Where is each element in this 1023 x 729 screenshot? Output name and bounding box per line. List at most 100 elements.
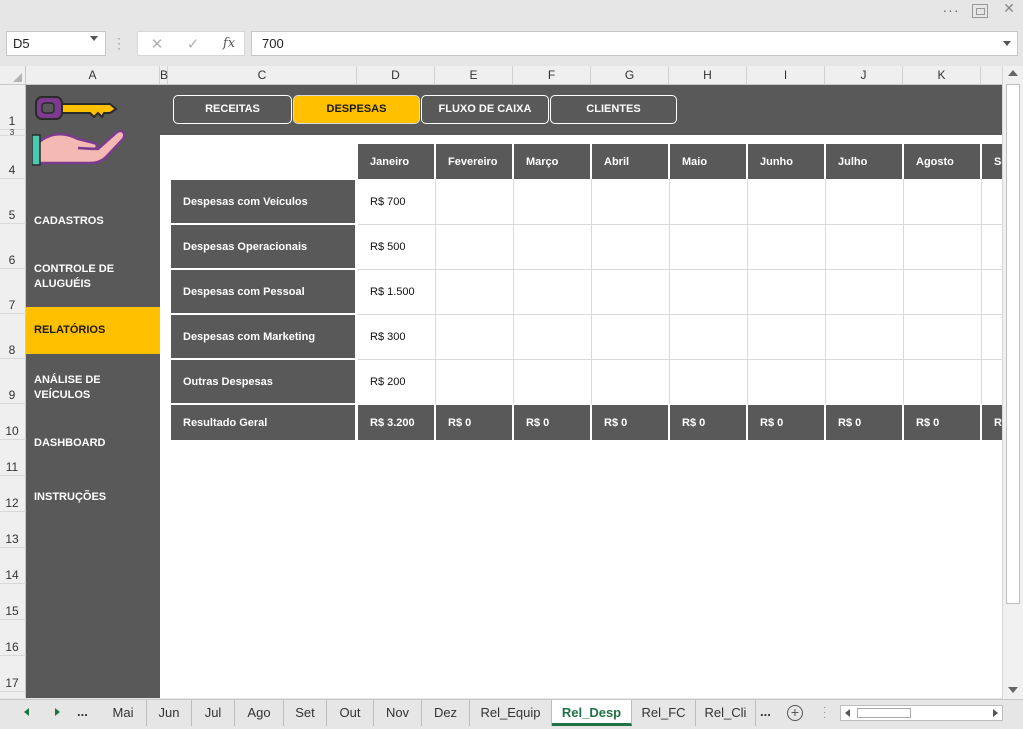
sheet-tab-rel-cli[interactable]: Rel_Cli xyxy=(696,700,756,726)
grid-line xyxy=(981,179,982,404)
sidebar-item-analise-de-veiculos[interactable]: ANÁLISE DE VEÍCULOS xyxy=(26,364,126,411)
month-header: Julho xyxy=(826,144,902,179)
column-header-g[interactable]: G xyxy=(591,66,669,85)
close-window-icon[interactable]: ✕ xyxy=(1000,0,1018,20)
value-cell[interactable]: R$ 200 xyxy=(358,360,434,403)
scroll-down-icon[interactable] xyxy=(1008,687,1018,693)
grid-line xyxy=(669,179,670,404)
sheet-tab-rel-equip[interactable]: Rel_Equip xyxy=(470,700,552,726)
nav-button-despesas[interactable]: DESPESAS xyxy=(293,95,420,124)
sheet-tab-mai[interactable]: Mai xyxy=(100,700,147,726)
previous-sheet-icon[interactable] xyxy=(24,708,29,716)
row-header[interactable]: 9 xyxy=(0,359,26,404)
row-header[interactable]: 12 xyxy=(0,476,26,512)
column-header-f[interactable]: F xyxy=(513,66,591,85)
row-header[interactable]: 6 xyxy=(0,224,26,269)
sheet-tab-ago[interactable]: Ago xyxy=(235,700,284,726)
add-sheet-icon[interactable]: + xyxy=(787,705,803,721)
column-header-k[interactable]: K xyxy=(903,66,981,85)
column-header-i[interactable]: I xyxy=(747,66,825,85)
column-header-j[interactable]: J xyxy=(825,66,903,85)
column-header-c[interactable]: C xyxy=(168,66,357,85)
nav-button-clientes[interactable]: CLIENTES xyxy=(550,95,677,124)
row-header[interactable]: 7 xyxy=(0,269,26,314)
horizontal-scrollbar[interactable] xyxy=(840,705,1003,721)
grid-line xyxy=(358,269,1002,270)
name-box-value: D5 xyxy=(13,36,30,51)
grid-line xyxy=(358,224,1002,225)
column-header-b[interactable]: B xyxy=(160,66,168,85)
column-header-bar: A B C D E F G H I J K xyxy=(0,66,1023,85)
row-header[interactable]: 16 xyxy=(0,620,26,656)
formula-input[interactable]: 700 xyxy=(251,31,1018,56)
scroll-thumb[interactable] xyxy=(1006,84,1020,604)
sidebar-item-relatorios[interactable]: RELATÓRIOS xyxy=(26,307,160,354)
column-header-e[interactable]: E xyxy=(435,66,513,85)
value-cell[interactable]: R$ 700 xyxy=(358,180,434,223)
sidebar-item-cadastros[interactable]: CADASTROS xyxy=(26,199,160,244)
sidebar-item-controle-de-alugueis[interactable]: CONTROLE DE ALUGUÉIS xyxy=(26,253,136,300)
scroll-left-icon[interactable] xyxy=(845,709,850,717)
sheet-tab-rel-desp[interactable]: Rel_Desp xyxy=(552,700,632,726)
row-header[interactable]: 5 xyxy=(0,179,26,224)
more-sheets-left[interactable]: ... xyxy=(77,704,88,719)
insert-function-icon[interactable]: fx xyxy=(218,36,240,54)
column-header-h[interactable]: H xyxy=(669,66,747,85)
sheet-tab-jun[interactable]: Jun xyxy=(147,700,192,726)
total-cell: R$ 0 xyxy=(826,405,902,440)
sidebar-item-instrucoes[interactable]: INSTRUÇÕES xyxy=(26,479,160,515)
tab-split-grip-icon[interactable]: · · · xyxy=(823,703,826,723)
name-box-dropdown-icon[interactable] xyxy=(90,36,98,41)
total-cell: R$ 3.200 xyxy=(358,405,434,440)
row-header[interactable]: 14 xyxy=(0,548,26,584)
column-header-d[interactable]: D xyxy=(357,66,435,85)
formula-value: 700 xyxy=(262,36,284,51)
row-header[interactable]: 15 xyxy=(0,584,26,620)
sheet-tab-nov[interactable]: Nov xyxy=(374,700,422,726)
excel-window: ··· ✕ D5 · · · ✕ ✓ fx 700 A B C D E F G H … xyxy=(0,0,1023,729)
value-cell[interactable]: R$ 300 xyxy=(358,315,434,358)
row-header[interactable]: 8 xyxy=(0,314,26,359)
select-all-corner[interactable] xyxy=(0,66,26,85)
month-header: Maio xyxy=(670,144,746,179)
month-header: Fevereiro xyxy=(436,144,512,179)
row-header[interactable]: 4 xyxy=(0,136,26,179)
nav-button-fluxo-de-caixa[interactable]: FLUXO DE CAIXA xyxy=(421,95,549,124)
car-rental-logo-icon xyxy=(32,96,126,166)
sheet-tab-out[interactable]: Out xyxy=(327,700,374,726)
month-header: Se xyxy=(982,144,1002,179)
nav-button-receitas[interactable]: RECEITAS xyxy=(173,95,292,124)
more-options-icon[interactable]: ··· xyxy=(940,2,962,20)
total-label: Resultado Geral xyxy=(171,405,355,440)
scroll-right-icon[interactable] xyxy=(993,709,998,717)
sidebar-item-dashboard[interactable]: DASHBOARD xyxy=(26,425,160,461)
more-sheets-right[interactable]: ... xyxy=(760,704,771,719)
sheet-tab-jul[interactable]: Jul xyxy=(192,700,235,726)
row-header[interactable]: 17 xyxy=(0,656,26,692)
sheet-tab-set[interactable]: Set xyxy=(284,700,327,726)
name-box[interactable]: D5 xyxy=(6,31,106,56)
confirm-entry-icon[interactable]: ✓ xyxy=(182,35,204,53)
worksheet: CADASTROS CONTROLE DE ALUGUÉIS RELATÓRIO… xyxy=(26,85,1002,698)
sheet-tab-dez[interactable]: Dez xyxy=(422,700,470,726)
scroll-up-icon[interactable] xyxy=(1008,70,1018,76)
restore-window-icon[interactable] xyxy=(972,4,988,18)
sheet-tab-rel-fc[interactable]: Rel_FC xyxy=(632,700,696,726)
grid-line xyxy=(513,179,514,404)
row-header[interactable]: 10 xyxy=(0,404,26,440)
value-cell[interactable]: R$ 1.500 xyxy=(358,270,434,313)
row-header[interactable]: 1 xyxy=(0,85,26,130)
row-header[interactable]: 11 xyxy=(0,440,26,476)
formula-bar-grip-icon[interactable]: · · · xyxy=(117,32,123,54)
row-header[interactable]: 13 xyxy=(0,512,26,548)
formula-actions: ✕ ✓ fx xyxy=(137,31,245,56)
grid-line xyxy=(825,179,826,404)
horizontal-scroll-thumb[interactable] xyxy=(857,708,911,718)
value-cell[interactable]: R$ 500 xyxy=(358,225,434,268)
cancel-entry-icon[interactable]: ✕ xyxy=(146,35,168,53)
grid-line xyxy=(903,179,904,404)
vertical-scrollbar[interactable] xyxy=(1002,66,1023,699)
expand-formula-icon[interactable] xyxy=(1003,41,1011,46)
next-sheet-icon[interactable] xyxy=(55,708,60,716)
column-header-a[interactable]: A xyxy=(26,66,160,85)
